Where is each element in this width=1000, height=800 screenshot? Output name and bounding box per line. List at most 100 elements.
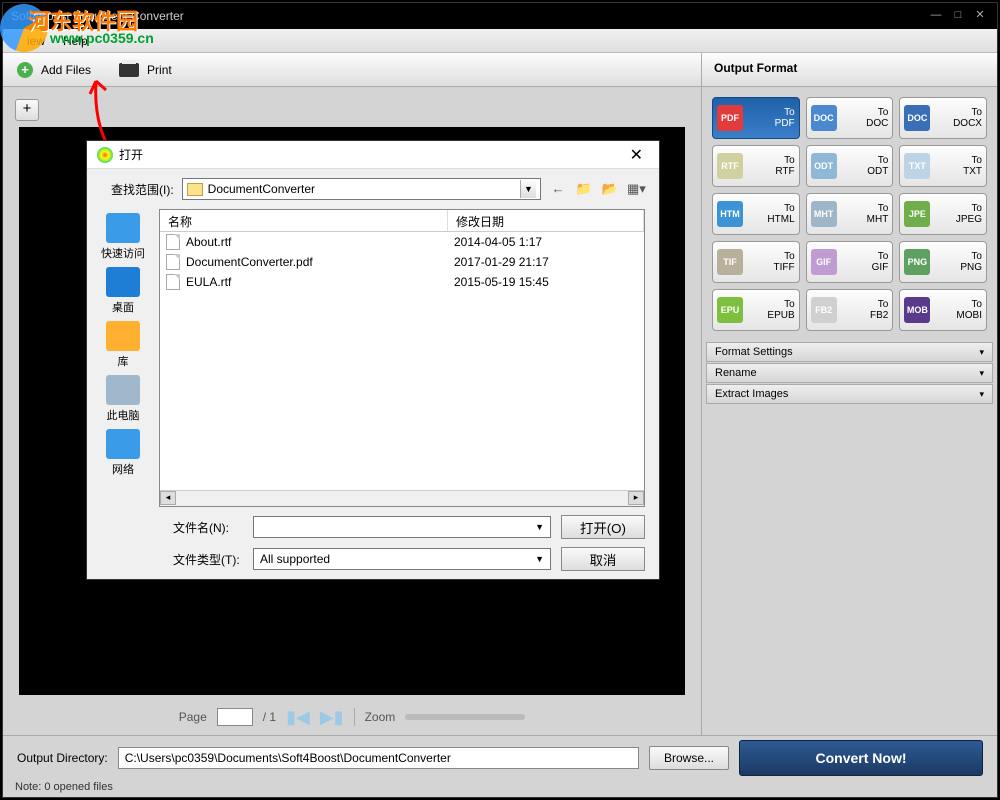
format-icon: DOC xyxy=(904,105,930,131)
open-dialog: 打开 ✕ 查找范围(I): DocumentConverter ▼ ← 📁 📂 … xyxy=(86,140,660,580)
chevron-down-icon: ▾ xyxy=(979,368,984,379)
format-mobi[interactable]: MOBToMOBI xyxy=(899,289,987,331)
format-html[interactable]: HTMToHTML xyxy=(712,193,800,235)
new-folder-icon[interactable]: 📂 xyxy=(601,180,619,198)
chevron-down-icon: ▾ xyxy=(979,389,984,400)
dialog-close-button[interactable]: ✕ xyxy=(624,145,649,165)
minimize-button[interactable]: — xyxy=(927,9,945,23)
place-label: 网络 xyxy=(112,461,134,477)
format-label: ToJPEG xyxy=(933,203,982,225)
footer: Output Directory: Browse... Convert Now! xyxy=(3,735,997,779)
menu-view[interactable]: iew xyxy=(27,34,45,48)
format-icon: PDF xyxy=(717,105,743,131)
format-gif[interactable]: GIFToGIF xyxy=(806,241,894,283)
place-桌面[interactable]: 桌面 xyxy=(106,267,140,315)
format-icon: MOB xyxy=(904,297,930,323)
zoom-slider[interactable] xyxy=(405,714,525,720)
file-icon xyxy=(166,254,180,270)
format-icon: TIF xyxy=(717,249,743,275)
place-快速访问[interactable]: 快速访问 xyxy=(101,213,145,261)
browse-button[interactable]: Browse... xyxy=(649,746,729,770)
filetype-combo[interactable]: All supported▼ xyxy=(253,548,551,570)
add-files-button[interactable]: + Add Files xyxy=(17,62,91,78)
lookin-row: 查找范围(I): DocumentConverter ▼ ← 📁 📂 ▦▾ xyxy=(87,169,659,209)
format-fb2[interactable]: FB2ToFB2 xyxy=(806,289,894,331)
col-date[interactable]: 修改日期 xyxy=(448,210,644,231)
section-format-settings[interactable]: Format Settings▾ xyxy=(706,342,993,362)
zoom-label: Zoom xyxy=(365,710,396,724)
place-label: 此电脑 xyxy=(107,407,140,423)
printer-icon xyxy=(119,63,139,77)
format-icon: GIF xyxy=(811,249,837,275)
output-dir-input[interactable] xyxy=(118,747,639,769)
page-input[interactable] xyxy=(217,708,253,726)
lookin-combo[interactable]: DocumentConverter ▼ xyxy=(182,178,541,200)
col-name[interactable]: 名称 xyxy=(160,210,448,231)
back-icon[interactable]: ← xyxy=(549,180,567,198)
open-button[interactable]: 打开(O) xyxy=(561,515,645,539)
menu-help[interactable]: Help xyxy=(63,34,88,48)
format-doc[interactable]: DOCToDOC xyxy=(806,97,894,139)
section-extract-images[interactable]: Extract Images▾ xyxy=(706,384,993,404)
place-icon xyxy=(106,213,140,243)
file-icon xyxy=(166,234,180,250)
chevron-down-icon: ▼ xyxy=(535,522,544,532)
format-epub[interactable]: EPUToEPUB xyxy=(712,289,800,331)
up-folder-icon[interactable]: 📁 xyxy=(575,180,593,198)
chevron-down-icon: ▼ xyxy=(535,554,544,564)
format-pdf[interactable]: PDFToPDF xyxy=(712,97,800,139)
filename-input[interactable]: ▼ xyxy=(253,516,551,538)
close-button[interactable]: ✕ xyxy=(971,9,989,23)
file-date: 2017-01-29 21:17 xyxy=(454,255,638,269)
format-label: ToFB2 xyxy=(840,299,889,321)
section-rename[interactable]: Rename▾ xyxy=(706,363,993,383)
format-icon: HTM xyxy=(717,201,743,227)
view-menu-icon[interactable]: ▦▾ xyxy=(627,180,645,198)
file-row[interactable]: EULA.rtf2015-05-19 15:45 xyxy=(160,272,644,292)
print-button[interactable]: Print xyxy=(119,63,172,77)
format-odt[interactable]: ODTToODT xyxy=(806,145,894,187)
sections: Format Settings▾Rename▾Extract Images▾ xyxy=(702,341,997,405)
format-png[interactable]: PNGToPNG xyxy=(899,241,987,283)
dialog-titlebar: 打开 ✕ xyxy=(87,141,659,169)
menubar: iew Help xyxy=(3,29,997,53)
format-label: ToEPUB xyxy=(746,299,795,321)
format-jpeg[interactable]: JPEToJPEG xyxy=(899,193,987,235)
h-scrollbar[interactable]: ◂ ▸ xyxy=(160,490,644,506)
file-date: 2015-05-19 15:45 xyxy=(454,275,638,289)
format-label: ToRTF xyxy=(746,155,795,177)
maximize-button[interactable]: □ xyxy=(949,9,967,23)
scroll-left-icon[interactable]: ◂ xyxy=(160,491,176,505)
print-label: Print xyxy=(147,63,172,77)
last-page-icon[interactable]: ▶▮ xyxy=(320,707,344,728)
format-label: ToDOC xyxy=(840,107,889,129)
format-txt[interactable]: TXTToTXT xyxy=(899,145,987,187)
file-name: About.rtf xyxy=(186,235,454,249)
format-icon: PNG xyxy=(904,249,930,275)
add-tab-button[interactable]: + xyxy=(15,99,39,121)
chevron-down-icon: ▼ xyxy=(520,180,536,198)
format-icon: EPU xyxy=(717,297,743,323)
place-网络[interactable]: 网络 xyxy=(106,429,140,477)
place-库[interactable]: 库 xyxy=(106,321,140,369)
format-docx[interactable]: DOCToDOCX xyxy=(899,97,987,139)
cancel-button[interactable]: 取消 xyxy=(561,547,645,571)
place-label: 桌面 xyxy=(112,299,134,315)
plus-icon: + xyxy=(17,62,33,78)
window-title: Soft4Boost Document Converter xyxy=(11,9,184,23)
place-此电脑[interactable]: 此电脑 xyxy=(106,375,140,423)
lookin-value: DocumentConverter xyxy=(208,182,315,196)
file-row[interactable]: DocumentConverter.pdf2017-01-29 21:17 xyxy=(160,252,644,272)
first-page-icon[interactable]: ▮◀ xyxy=(286,707,310,728)
format-label: ToODT xyxy=(840,155,889,177)
scroll-right-icon[interactable]: ▸ xyxy=(628,491,644,505)
file-row[interactable]: About.rtf2014-04-05 1:17 xyxy=(160,232,644,252)
file-date: 2014-04-05 1:17 xyxy=(454,235,638,249)
format-icon: FB2 xyxy=(811,297,837,323)
format-tiff[interactable]: TIFToTIFF xyxy=(712,241,800,283)
format-mht[interactable]: MHTToMHT xyxy=(806,193,894,235)
separator xyxy=(354,708,355,726)
convert-button[interactable]: Convert Now! xyxy=(739,740,983,776)
format-rtf[interactable]: RTFToRTF xyxy=(712,145,800,187)
place-icon xyxy=(106,267,140,297)
